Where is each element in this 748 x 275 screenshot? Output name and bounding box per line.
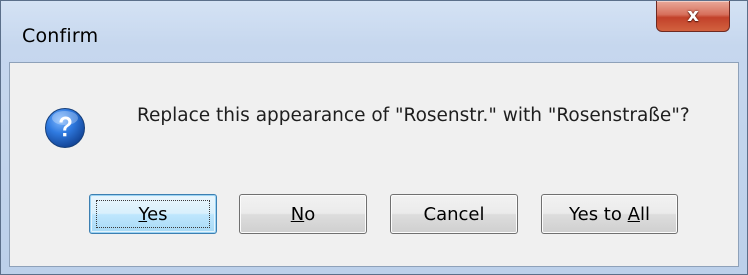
close-icon: x: [687, 5, 699, 26]
dialog-title: Confirm: [22, 25, 99, 47]
yes-to-all-button[interactable]: Yes to All: [541, 194, 678, 234]
question-icon: [45, 108, 85, 148]
yes-button-label: Yes: [138, 203, 168, 225]
close-button[interactable]: x: [656, 1, 730, 32]
yes-button[interactable]: Yes: [89, 194, 217, 234]
message-text: Replace this appearance of "Rosenstr." w…: [137, 105, 690, 126]
yes-to-all-button-label: Yes to All: [569, 203, 650, 225]
message-area: Replace this appearance of "Rosenstr." w…: [10, 63, 738, 170]
confirm-dialog: Confirm x Replace this appearance of "Ro…: [0, 0, 748, 275]
title-bar[interactable]: Confirm x: [1, 1, 747, 63]
cancel-button-label: Cancel: [423, 203, 485, 225]
no-button[interactable]: No: [239, 194, 367, 234]
no-button-label: No: [290, 203, 316, 225]
cancel-button[interactable]: Cancel: [390, 194, 518, 234]
dialog-body: Replace this appearance of "Rosenstr." w…: [9, 62, 739, 267]
